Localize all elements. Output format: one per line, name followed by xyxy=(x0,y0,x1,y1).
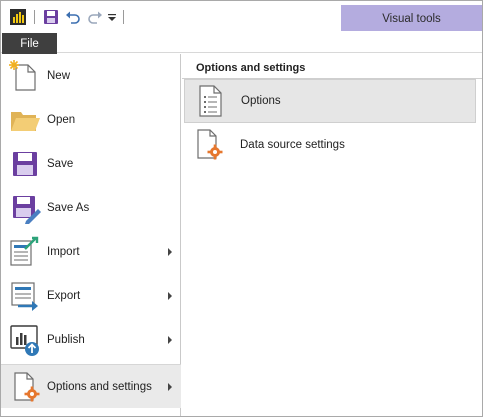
submenu-header: Options and settings xyxy=(196,62,306,74)
open-folder-icon xyxy=(5,100,45,140)
file-tab-label: File xyxy=(20,37,39,50)
file-tab[interactable]: File xyxy=(2,33,57,54)
qat-separator-end xyxy=(123,10,124,24)
new-icon xyxy=(5,56,45,96)
submenu-arrow-icon xyxy=(168,336,172,344)
submenu-pane: Options and settings Options Data source… xyxy=(182,54,482,416)
menu-item-options-and-settings[interactable]: Options and settings xyxy=(1,364,181,408)
menu-item-label: New xyxy=(47,70,71,82)
menu-item-label: Import xyxy=(47,246,80,258)
powerbi-logo-icon[interactable] xyxy=(7,7,29,27)
menu-item-label: Export xyxy=(47,290,81,302)
import-icon xyxy=(5,232,45,272)
submenu-item-data-source-settings[interactable]: Data source settings xyxy=(184,123,476,167)
menu-item-import[interactable]: Import xyxy=(1,230,181,274)
backstage-menu: New Open Save Save As Import Export Publ… xyxy=(1,54,181,416)
ribbon-tab-strip xyxy=(1,31,482,53)
contextual-tab-label: Visual tools xyxy=(382,13,441,25)
menu-item-label: Options and settings xyxy=(47,380,152,393)
options-settings-icon xyxy=(5,367,45,407)
submenu-arrow-icon xyxy=(168,382,172,391)
menu-item-label: Save As xyxy=(47,202,90,214)
menu-item-save[interactable]: Save xyxy=(1,142,181,186)
export-icon xyxy=(5,276,45,316)
menu-item-open[interactable]: Open xyxy=(1,98,181,142)
qat-separator xyxy=(34,10,35,24)
data-source-settings-icon xyxy=(190,125,230,165)
submenu-arrow-icon xyxy=(168,292,172,300)
submenu-item-label: Data source settings xyxy=(240,139,345,151)
menu-item-label: Open xyxy=(47,114,76,126)
menu-item-publish[interactable]: Publish xyxy=(1,318,181,362)
redo-icon[interactable] xyxy=(84,7,106,27)
publish-icon xyxy=(5,320,45,360)
quick-access-toolbar xyxy=(7,7,129,27)
menu-item-export[interactable]: Export xyxy=(1,274,181,318)
customize-dropdown-icon[interactable] xyxy=(106,7,118,27)
save-icon xyxy=(5,144,45,184)
menu-item-save-as[interactable]: Save As xyxy=(1,186,181,230)
submenu-arrow-icon xyxy=(168,248,172,256)
submenu-item-options[interactable]: Options xyxy=(184,79,476,123)
menu-item-new[interactable]: New xyxy=(1,54,181,98)
title-bar: Visual tools xyxy=(1,1,482,33)
save-icon[interactable] xyxy=(40,7,62,27)
menu-item-label: Publish xyxy=(47,334,85,346)
menu-item-label: Save xyxy=(47,158,74,170)
options-document-icon xyxy=(191,81,231,121)
contextual-tab-visual-tools[interactable]: Visual tools xyxy=(341,5,482,33)
save-as-icon xyxy=(5,188,45,228)
submenu-item-label: Options xyxy=(241,95,281,107)
undo-icon[interactable] xyxy=(62,7,84,27)
